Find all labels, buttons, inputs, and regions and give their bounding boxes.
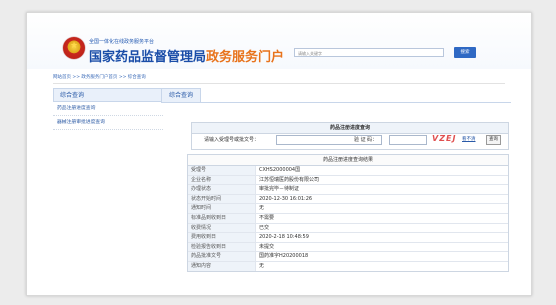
search-button[interactable]: 搜索 xyxy=(454,47,476,58)
sidebar-heading: 综合查询 xyxy=(53,88,163,102)
table-row: 药品批准文号 国药准字H20200018 xyxy=(188,252,508,262)
tab-bar: 综合查询 xyxy=(161,88,511,103)
row-value: 江苏恒瑞医药股份有限公司 xyxy=(259,176,320,183)
acceptance-number-label: 请输入受理号或批文号： xyxy=(204,137,260,143)
divider xyxy=(53,83,505,84)
table-row: 通知时间无 xyxy=(188,204,508,214)
tab-comprehensive-query[interactable]: 综合查询 xyxy=(161,88,201,102)
query-form-title: 药品注册进度查询 xyxy=(192,123,508,134)
breadcrumb[interactable]: 网站首页 >> 政务服务门户首页 >> 综合查询 xyxy=(53,74,146,80)
browser-page: ★ 全国一体化在线政务服务平台 国家药品监督管理局政务服务门户 请输入关键字 搜… xyxy=(26,12,532,296)
captcha-input[interactable] xyxy=(389,135,427,145)
row-label: 通知内容 xyxy=(188,261,256,271)
row-label: 通知时间 xyxy=(188,204,256,213)
query-submit-button[interactable]: 查询 xyxy=(486,135,501,145)
row-label: 费用收到日 xyxy=(188,233,256,242)
result-table: 药品注册进度查询结果 受理号 CXHS2000004国 企业名称 江苏恒瑞医药股份有… xyxy=(187,154,509,272)
table-row: 状态开始时间 2020-12-30 16:01:26 xyxy=(188,194,508,205)
captcha-label: 验 证 码： xyxy=(354,137,378,143)
table-row: 检验报告收到日 未提交 xyxy=(188,242,508,253)
row-value: 审批完毕－待制证 xyxy=(259,186,300,193)
table-row: 企业名称 江苏恒瑞医药股份有限公司 xyxy=(188,175,508,186)
captcha-image[interactable]: VZEJ xyxy=(432,134,456,143)
row-label: 受理号 xyxy=(188,166,256,175)
table-row: 办理状态 审批完毕－待制证 xyxy=(188,185,508,195)
result-table-title: 药品注册进度查询结果 xyxy=(188,155,508,166)
table-row: 标准品到收到日 不需要 xyxy=(188,213,508,224)
site-title-main: 国家药品监督管理局 xyxy=(89,50,207,65)
row-label: 收费情况 xyxy=(188,223,256,233)
row-label: 检验报告收到日 xyxy=(188,242,256,252)
site-title-suffix: 政务服务门户 xyxy=(206,50,285,65)
row-value: 2020-2-18 10:48:59 xyxy=(259,234,309,241)
row-value: CXHS2000004国 xyxy=(259,167,301,173)
site-title[interactable]: 国家药品监督管理局政务服务门户 xyxy=(89,46,284,65)
query-form: 药品注册进度查询 请输入受理号或批文号： 验 证 码： VZEJ 看不清 查询 xyxy=(191,122,509,150)
row-label: 办理状态 xyxy=(188,185,256,194)
sidebar-item-drug-registration[interactable]: 药品注册进度查询 xyxy=(53,102,163,116)
row-value: 已交 xyxy=(259,224,270,231)
row-label: 企业名称 xyxy=(188,175,256,185)
table-row: 受理号 CXHS2000004国 xyxy=(188,166,508,176)
header-subtitle: 全国一体化在线政务服务平台 xyxy=(89,39,155,45)
row-label: 标准品到收到日 xyxy=(188,213,256,223)
table-row: 收费情况 已交 xyxy=(188,223,508,234)
table-row: 通知内容无 xyxy=(188,261,508,271)
sidebar: 综合查询 药品注册进度查询 器械注册审批进度查询 xyxy=(53,88,163,188)
row-label: 药品批准文号 xyxy=(188,252,256,261)
captcha-refresh-link[interactable]: 看不清 xyxy=(462,136,476,142)
national-emblem-icon: ★ xyxy=(63,37,85,59)
table-row: 费用收到日 2020-2-18 10:48:59 xyxy=(188,233,508,243)
row-value: 2020-12-30 16:01:26 xyxy=(259,195,313,202)
row-value: 国药准字H20200018 xyxy=(259,253,309,260)
search-input[interactable]: 请输入关键字 xyxy=(294,48,444,57)
row-value: 无 xyxy=(259,205,265,212)
row-value: 未提交 xyxy=(259,243,275,250)
row-value: 不需要 xyxy=(259,214,275,221)
site-header: ★ 全国一体化在线政务服务平台 国家药品监督管理局政务服务门户 请输入关键字 搜… xyxy=(27,13,531,69)
row-label: 状态开始时间 xyxy=(188,194,256,204)
row-value: 无 xyxy=(259,262,265,269)
sidebar-item-device-registration[interactable]: 器械注册审批进度查询 xyxy=(53,116,163,130)
